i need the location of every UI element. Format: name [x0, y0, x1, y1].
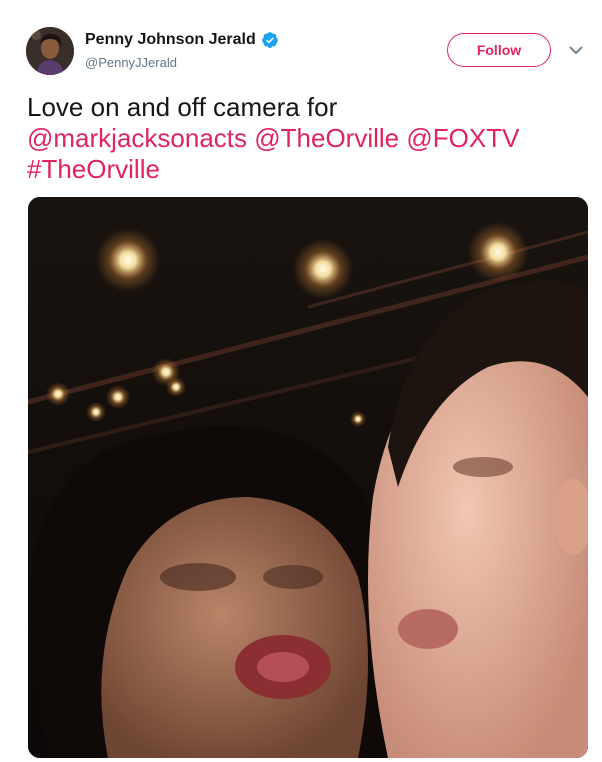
verified-badge-icon: [261, 32, 278, 48]
display-name[interactable]: Penny Johnson Jerald: [85, 31, 256, 49]
hashtag-link[interactable]: #TheOrville: [27, 154, 160, 184]
profile-avatar[interactable]: [26, 27, 74, 75]
follow-button[interactable]: Follow: [447, 33, 551, 67]
selfie-photo[interactable]: [28, 197, 588, 758]
user-handle[interactable]: @PennyJJerald: [85, 55, 177, 70]
name-row: Penny Johnson Jerald: [85, 29, 279, 51]
tweet-body-text: Love on and off camera for: [27, 92, 338, 122]
mention-link[interactable]: @markjacksonacts: [27, 123, 247, 153]
chevron-down-icon[interactable]: [568, 44, 584, 56]
tweet-text: Love on and off camera for @markjacksona…: [27, 92, 587, 185]
mention-link[interactable]: @FOXTV: [406, 123, 519, 153]
tweet-card: Penny Johnson Jerald @PennyJJerald Follo…: [0, 0, 602, 762]
mention-link[interactable]: @TheOrville: [254, 123, 399, 153]
